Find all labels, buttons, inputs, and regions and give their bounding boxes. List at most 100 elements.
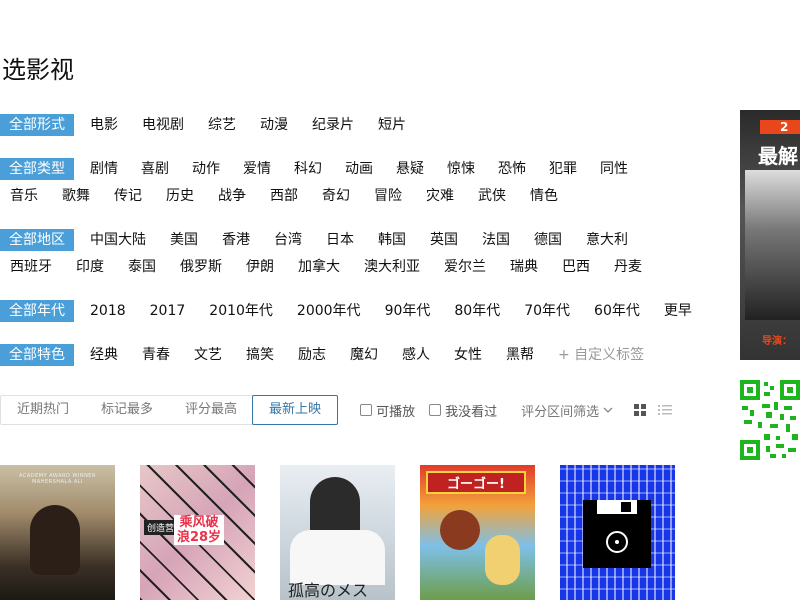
filter-row-genre: 全部类型 剧情 喜剧 动作 爱情 科幻 动画 悬疑 惊悚 恐怖 犯罪 同性 bbox=[0, 158, 628, 180]
filter-region-item[interactable]: 加拿大 bbox=[298, 256, 340, 278]
filter-form-tv[interactable]: 电视剧 bbox=[142, 114, 184, 136]
filter-region-item[interactable]: 伊朗 bbox=[246, 256, 274, 278]
filter-feature-item[interactable]: 文艺 bbox=[194, 344, 222, 366]
playable-checkbox[interactable]: 可播放 bbox=[360, 401, 415, 420]
poster-anime-race[interactable]: ゴーゴー! bbox=[420, 465, 535, 600]
filter-genre-item[interactable]: 西部 bbox=[270, 185, 298, 207]
filter-region-item[interactable]: 法国 bbox=[482, 229, 510, 251]
filter-genre-item[interactable]: 历史 bbox=[166, 185, 194, 207]
poster-placeholder[interactable] bbox=[560, 465, 675, 600]
filter-year-item[interactable]: 2017 bbox=[150, 300, 186, 322]
filter-year-item[interactable]: 2018 bbox=[90, 300, 126, 322]
filter-region-item[interactable]: 香港 bbox=[222, 229, 250, 251]
filter-feature-item[interactable]: 黑帮 bbox=[506, 344, 534, 366]
filter-region-item[interactable]: 西班牙 bbox=[10, 256, 52, 278]
filter-genre-item[interactable]: 科幻 bbox=[294, 158, 322, 180]
filter-form-anime[interactable]: 动漫 bbox=[260, 114, 288, 136]
filter-region-item[interactable]: 澳大利亚 bbox=[364, 256, 420, 278]
filter-form-movie[interactable]: 电影 bbox=[90, 114, 118, 136]
filter-genre-item[interactable]: 歌舞 bbox=[62, 185, 90, 207]
sort-tab-newest[interactable]: 最新上映 bbox=[252, 395, 339, 425]
ad-line1: 2 bbox=[760, 120, 800, 134]
grid-view-icon[interactable] bbox=[633, 403, 647, 417]
list-view-icon[interactable] bbox=[657, 403, 673, 417]
filter-year-all[interactable]: 全部年代 bbox=[0, 300, 74, 322]
filter-year-item[interactable]: 70年代 bbox=[524, 300, 570, 322]
filter-genre-item[interactable]: 传记 bbox=[114, 185, 142, 207]
filter-form-variety[interactable]: 综艺 bbox=[208, 114, 236, 136]
filter-genre-item[interactable]: 剧情 bbox=[90, 158, 118, 180]
filter-genre-item[interactable]: 动作 bbox=[192, 158, 220, 180]
filter-region-item[interactable]: 德国 bbox=[534, 229, 562, 251]
filter-year-item[interactable]: 2010年代 bbox=[209, 300, 273, 322]
filter-region-item[interactable]: 中国大陆 bbox=[90, 229, 146, 251]
filter-genre-all[interactable]: 全部类型 bbox=[0, 158, 74, 180]
poster-medical-drama[interactable]: 孤高のメス bbox=[280, 465, 395, 600]
add-custom-tag-button[interactable]: + 自定义标签 bbox=[558, 344, 644, 366]
filter-region-item[interactable]: 爱尔兰 bbox=[444, 256, 486, 278]
ad-banner[interactable]: 2 最解 导演： bbox=[740, 110, 800, 360]
ad-line3: 导演： bbox=[762, 336, 792, 347]
filter-region-item[interactable]: 印度 bbox=[76, 256, 104, 278]
filter-genre-item[interactable]: 灾难 bbox=[426, 185, 454, 207]
filter-genre-item[interactable]: 动画 bbox=[345, 158, 373, 180]
filter-genre-item[interactable]: 爱情 bbox=[243, 158, 271, 180]
filter-feature-item[interactable]: 励志 bbox=[298, 344, 326, 366]
not-seen-checkbox[interactable]: 我没看过 bbox=[429, 401, 497, 420]
filter-genre-item[interactable]: 冒险 bbox=[374, 185, 402, 207]
filter-feature-item[interactable]: 魔幻 bbox=[350, 344, 378, 366]
filter-region-item[interactable]: 瑞典 bbox=[510, 256, 538, 278]
filter-year-item[interactable]: 80年代 bbox=[454, 300, 500, 322]
filter-year-item[interactable]: 2000年代 bbox=[297, 300, 361, 322]
filter-region-item[interactable]: 巴西 bbox=[562, 256, 590, 278]
filter-region-item[interactable]: 美国 bbox=[170, 229, 198, 251]
filter-feature-item[interactable]: 搞笑 bbox=[246, 344, 274, 366]
qr-code-icon bbox=[740, 380, 800, 460]
filter-region-item[interactable]: 英国 bbox=[430, 229, 458, 251]
poster-logo: 创造营 bbox=[144, 520, 178, 535]
filter-region-item[interactable]: 日本 bbox=[326, 229, 354, 251]
filter-region-item[interactable]: 台湾 bbox=[274, 229, 302, 251]
filter-feature-all[interactable]: 全部特色 bbox=[0, 344, 74, 366]
filter-genre-item[interactable]: 音乐 bbox=[10, 185, 38, 207]
filter-form-documentary[interactable]: 纪录片 bbox=[312, 114, 354, 136]
sort-tabs: 近期热门 标记最多 评分最高 最新上映 bbox=[0, 395, 339, 425]
filter-genre-item[interactable]: 犯罪 bbox=[549, 158, 577, 180]
poster-true-detective[interactable]: ACADEMY AWARD WINNER MAHERSHALA ALI bbox=[0, 465, 115, 600]
filter-genre-item[interactable]: 同性 bbox=[600, 158, 628, 180]
rating-range-label: 评分区间筛选 bbox=[521, 404, 600, 420]
sort-tab-top-rated[interactable]: 评分最高 bbox=[169, 396, 253, 424]
filter-feature-item[interactable]: 女性 bbox=[454, 344, 482, 366]
sort-tab-hot[interactable]: 近期热门 bbox=[1, 396, 85, 424]
filter-region-all[interactable]: 全部地区 bbox=[0, 229, 74, 251]
filter-genre-item[interactable]: 情色 bbox=[530, 185, 558, 207]
filter-form-all[interactable]: 全部形式 bbox=[0, 114, 74, 136]
chevron-down-icon bbox=[603, 407, 613, 413]
filter-region-item[interactable]: 韩国 bbox=[378, 229, 406, 251]
filter-feature-item[interactable]: 经典 bbox=[90, 344, 118, 366]
filter-year-item[interactable]: 60年代 bbox=[594, 300, 640, 322]
poster-title: ゴーゴー! bbox=[426, 471, 526, 494]
filter-region-item[interactable]: 俄罗斯 bbox=[180, 256, 222, 278]
filter-feature-item[interactable]: 感人 bbox=[402, 344, 430, 366]
portrait-silhouette bbox=[30, 505, 80, 575]
sort-tab-most-marked[interactable]: 标记最多 bbox=[85, 396, 169, 424]
rating-range-dropdown[interactable]: 评分区间筛选 bbox=[521, 401, 613, 420]
filter-genre-item[interactable]: 喜剧 bbox=[141, 158, 169, 180]
ad-figure bbox=[745, 170, 800, 320]
filter-genre-item[interactable]: 恐怖 bbox=[498, 158, 526, 180]
filter-form-short[interactable]: 短片 bbox=[378, 114, 406, 136]
filter-feature-item[interactable]: 青春 bbox=[142, 344, 170, 366]
filter-genre-item[interactable]: 奇幻 bbox=[322, 185, 350, 207]
filter-genre-item[interactable]: 悬疑 bbox=[396, 158, 424, 180]
playable-label: 可播放 bbox=[376, 404, 416, 420]
filter-genre-item[interactable]: 惊悚 bbox=[447, 158, 475, 180]
filter-year-item[interactable]: 更早 bbox=[664, 300, 692, 322]
filter-year-item[interactable]: 90年代 bbox=[385, 300, 431, 322]
poster-variety-show[interactable]: 创造营 乘风破浪28岁 bbox=[140, 465, 255, 600]
filter-region-item[interactable]: 意大利 bbox=[586, 229, 628, 251]
filter-region-item[interactable]: 丹麦 bbox=[614, 256, 642, 278]
filter-region-item[interactable]: 泰国 bbox=[128, 256, 156, 278]
filter-genre-item[interactable]: 战争 bbox=[218, 185, 246, 207]
filter-genre-item[interactable]: 武侠 bbox=[478, 185, 506, 207]
